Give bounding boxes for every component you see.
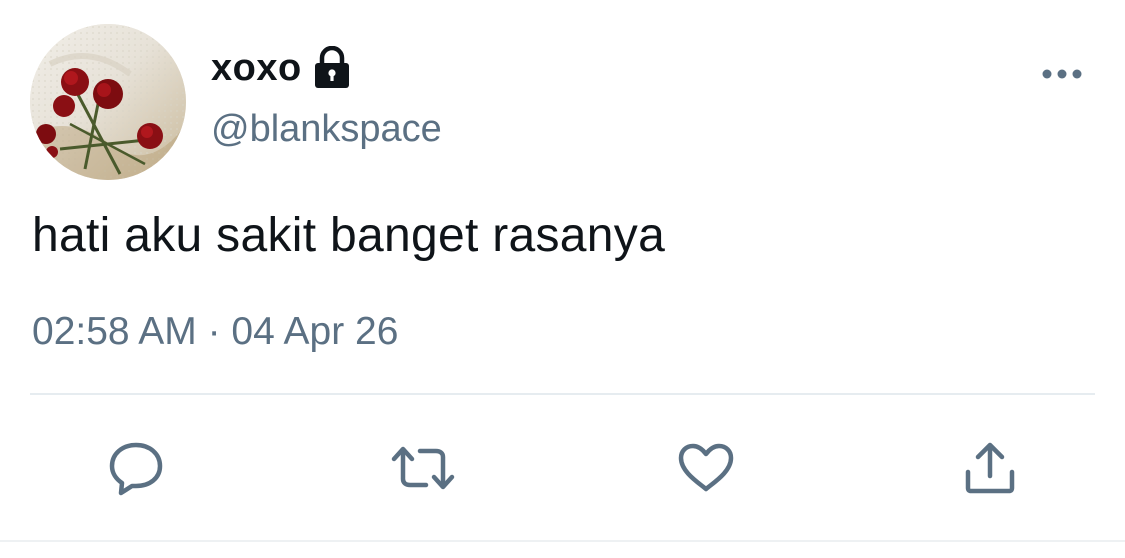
reply-button[interactable]	[106, 438, 166, 498]
user-handle[interactable]: @blankspace	[211, 108, 442, 151]
name-row: xoxo	[211, 44, 352, 92]
heart-icon	[678, 443, 734, 492]
more-options-button[interactable]	[1038, 56, 1086, 92]
divider	[30, 393, 1095, 395]
lock-icon	[312, 45, 352, 90]
tweet-card: xoxo @blankspace hati aku sakit banget r…	[0, 0, 1125, 558]
avatar[interactable]	[30, 24, 186, 180]
share-icon	[965, 442, 1015, 494]
retweet-icon	[391, 446, 455, 490]
retweet-button[interactable]	[390, 438, 456, 498]
display-name[interactable]: xoxo	[211, 47, 302, 90]
share-button[interactable]	[960, 438, 1020, 498]
reply-icon	[109, 442, 163, 496]
tweet-text: hati aku sakit banget rasanya	[32, 209, 666, 262]
like-button[interactable]	[676, 438, 736, 498]
tweet-timestamp[interactable]: 02:58 AM · 04 Apr 26	[32, 310, 398, 354]
avatar-image	[30, 24, 186, 180]
bottom-divider	[0, 540, 1125, 542]
more-horizontal-icon	[1042, 69, 1082, 79]
